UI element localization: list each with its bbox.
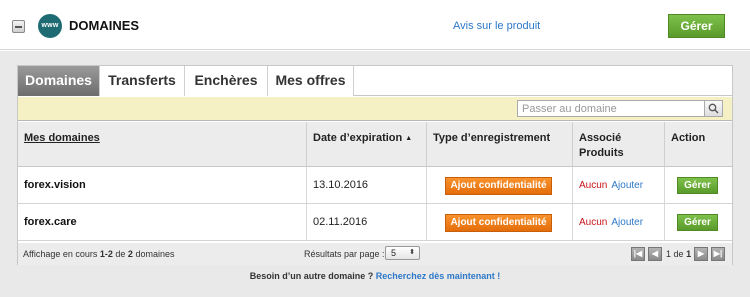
select-arrows-icon: ⬍	[409, 249, 415, 256]
tab-bar: Domaines Transferts Enchères Mes offres	[18, 66, 732, 96]
app-header: www DOMAINES Avis sur le produit Gérer	[0, 0, 750, 50]
domain-name[interactable]: forex.care	[24, 216, 77, 228]
column-header-domains[interactable]: Mes domaines	[18, 122, 307, 167]
manage-button[interactable]: Gérer	[668, 14, 725, 38]
action-cell: Gérer	[665, 204, 734, 240]
page-title: DOMAINES	[69, 18, 140, 33]
column-header-action: Action	[671, 132, 706, 144]
collapse-toggle-icon[interactable]	[12, 20, 25, 33]
column-header-registration-type: Type d’enregistrement	[427, 122, 573, 167]
table-footer: Affichage en cours 1-2 de 2 domaines Rés…	[18, 243, 732, 265]
add-product-link[interactable]: Ajouter	[611, 180, 643, 191]
table-row: forex.vision 13.10.2016 Ajout confidenti…	[18, 167, 732, 204]
per-page-label: Résultats par page :	[304, 249, 385, 259]
column-header-associated-products: Associé Produits	[573, 122, 665, 167]
manage-domain-button[interactable]: Gérer	[677, 214, 718, 231]
page-indicator: 1 de 1	[666, 249, 692, 259]
sort-ascending-icon: ▲	[405, 135, 413, 142]
search-icon[interactable]	[705, 100, 723, 117]
manage-domain-button[interactable]: Gérer	[677, 177, 718, 194]
per-page-select[interactable]: 5 ⬍	[385, 246, 420, 260]
tab-encheres[interactable]: Enchères	[185, 66, 268, 96]
prev-page-icon[interactable]: ◀	[648, 247, 662, 261]
associated-products-cell: Aucun Ajouter	[573, 204, 665, 240]
associated-products-cell: Aucun Ajouter	[573, 167, 665, 203]
first-page-icon[interactable]: |◀	[631, 247, 645, 261]
domain-name[interactable]: forex.vision	[24, 179, 86, 191]
last-page-icon[interactable]: ▶|	[711, 247, 725, 261]
product-review-link[interactable]: Avis sur le produit	[453, 20, 540, 32]
tab-mes-offres[interactable]: Mes offres	[268, 66, 354, 96]
associated-none-label: Aucun	[579, 180, 608, 191]
next-page-icon[interactable]: ▶	[694, 247, 708, 261]
paging-info: Affichage en cours 1-2 de 2 domaines	[23, 249, 175, 259]
expiration-date: 13.10.2016	[307, 167, 427, 203]
add-product-link[interactable]: Ajouter	[611, 217, 643, 228]
expiration-date: 02.11.2016	[307, 204, 427, 240]
domain-cell: forex.vision	[18, 167, 307, 203]
associated-none-label: Aucun	[579, 217, 608, 228]
registration-type-cell: Ajout confidentialité	[427, 167, 573, 203]
column-header-expiration[interactable]: Date d’expiration ▲	[307, 122, 427, 167]
registration-type-cell: Ajout confidentialité	[427, 204, 573, 240]
tab-domaines[interactable]: Domaines	[18, 66, 100, 96]
action-cell: Gérer	[665, 167, 734, 203]
domain-search-input[interactable]	[517, 100, 705, 117]
search-bar	[18, 97, 732, 121]
other-domain-prompt: Besoin d’un autre domaine ? Recherchez d…	[249, 271, 501, 281]
search-now-link[interactable]: Recherchez dès maintenant !	[376, 271, 501, 281]
add-privacy-button[interactable]: Ajout confidentialité	[445, 214, 552, 232]
tab-transferts[interactable]: Transferts	[100, 66, 185, 96]
domains-panel: Domaines Transferts Enchères Mes offres …	[17, 65, 733, 265]
table-row: forex.care 02.11.2016 Ajout confidential…	[18, 204, 732, 241]
domain-cell: forex.care	[18, 204, 307, 240]
table-header: Mes domaines Date d’expiration ▲ Type d’e…	[18, 122, 732, 167]
add-privacy-button[interactable]: Ajout confidentialité	[445, 177, 552, 195]
www-globe-icon: www	[38, 14, 62, 38]
